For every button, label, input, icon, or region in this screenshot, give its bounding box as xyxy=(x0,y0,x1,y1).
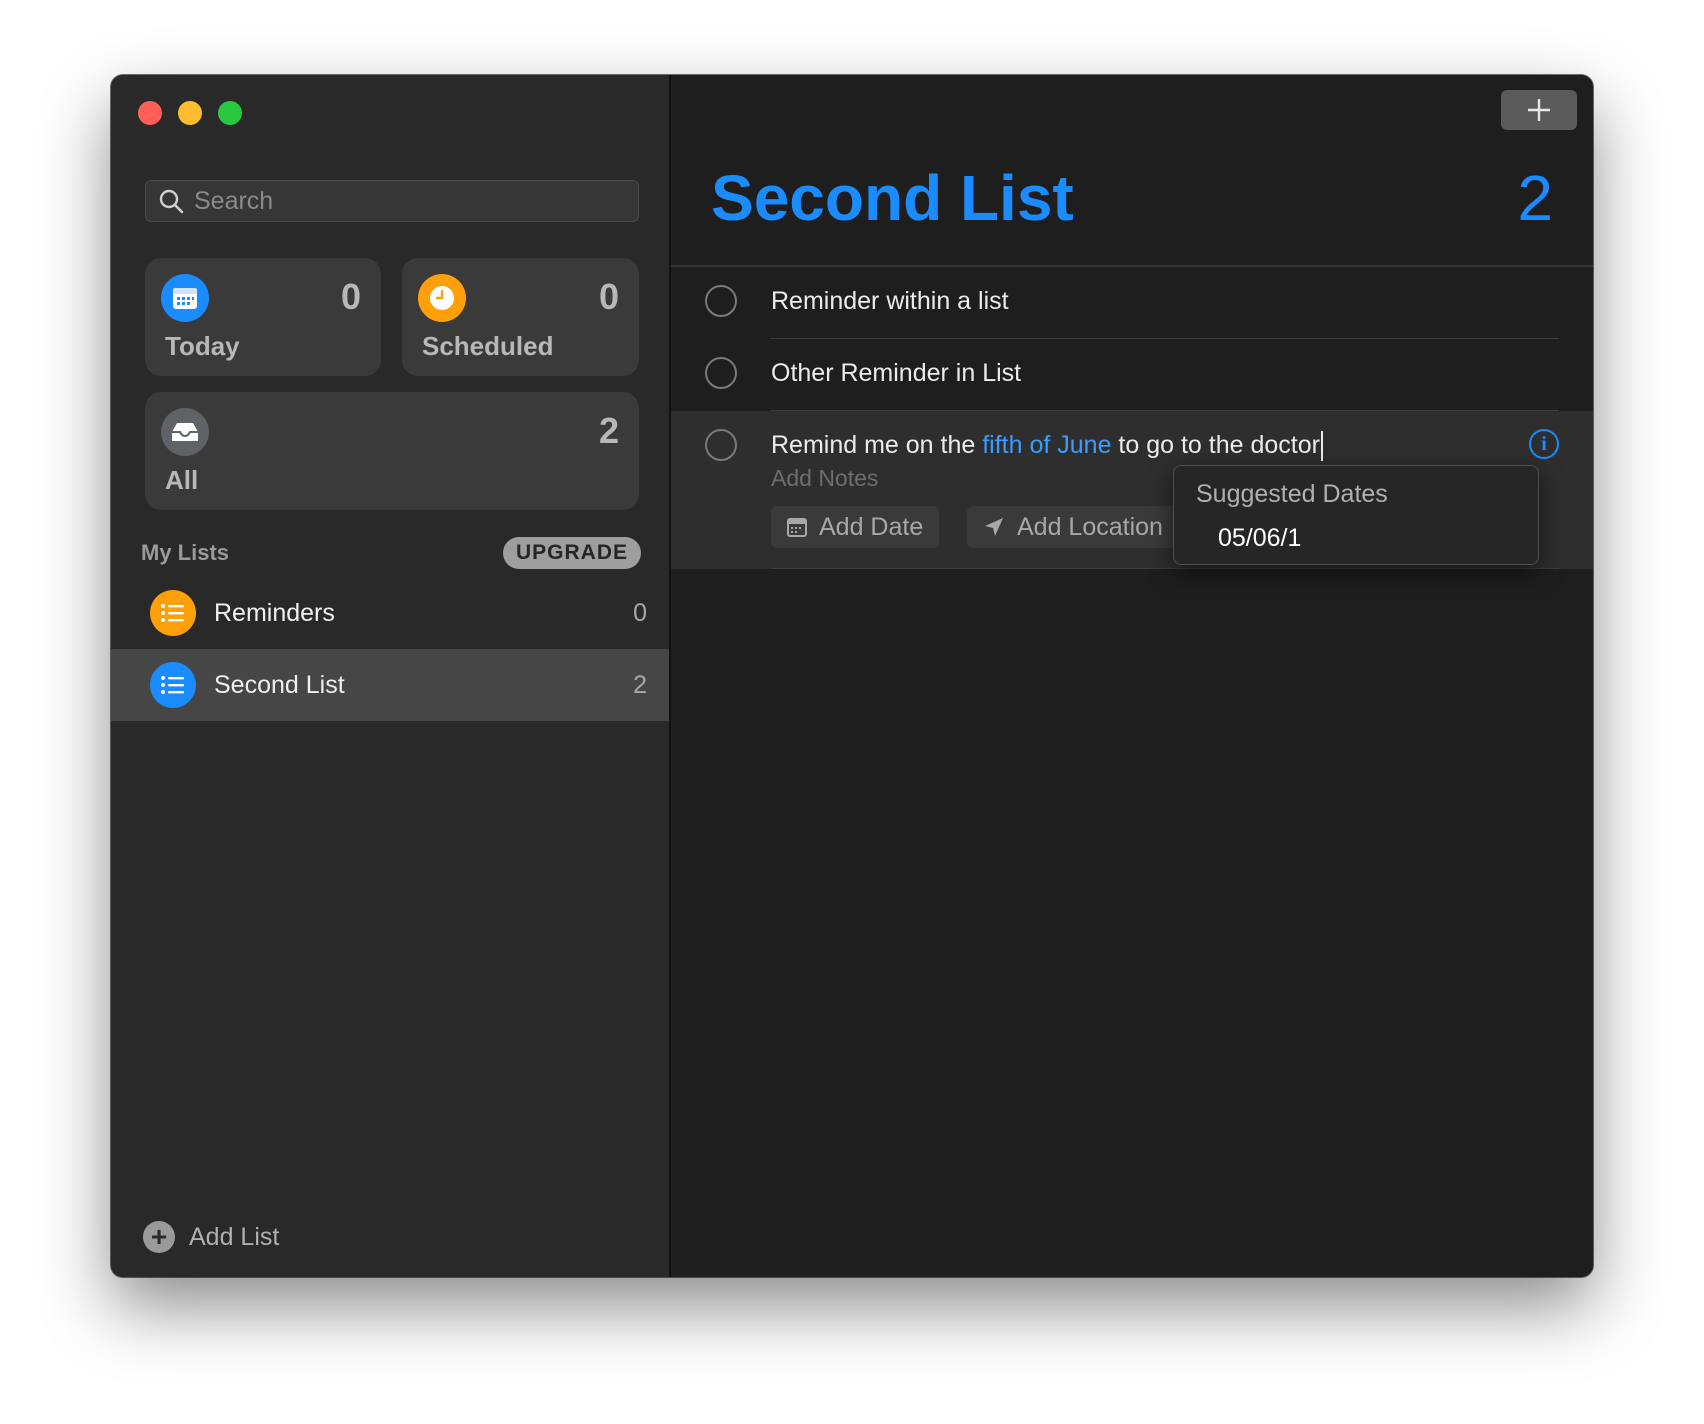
reminder-row[interactable]: Other Reminder in List xyxy=(671,339,1593,411)
popover-title: Suggested Dates xyxy=(1196,480,1388,508)
calendar-icon xyxy=(161,274,209,322)
info-icon[interactable]: i xyxy=(1529,429,1559,459)
list-bullet-icon xyxy=(150,590,196,636)
plus-circle-icon: + xyxy=(143,1221,175,1253)
add-location-label: Add Location xyxy=(1017,512,1163,541)
reminder-row[interactable]: Reminder within a list xyxy=(671,267,1593,339)
minimize-window-button[interactable] xyxy=(178,101,202,125)
tray-icon xyxy=(161,408,209,456)
today-count: 0 xyxy=(340,276,361,317)
search-field[interactable] xyxy=(145,180,639,222)
reminder-title-input[interactable]: Remind me on the fifth of June to go to … xyxy=(771,431,1323,462)
suggested-date-option[interactable]: 05/06/1 xyxy=(1218,524,1301,553)
divider xyxy=(771,568,1559,569)
add-date-label: Add Date xyxy=(819,512,924,541)
traffic-lights xyxy=(138,101,242,125)
suggested-dates-popover: Suggested Dates 05/06/1 xyxy=(1173,465,1539,565)
add-list-label: Add List xyxy=(189,1222,280,1251)
calendar-icon xyxy=(787,518,807,537)
smart-list-all[interactable]: 2 All xyxy=(145,392,639,510)
all-label: All xyxy=(165,465,199,495)
reminders-window: 0 Today 0 Scheduled 2 xyxy=(111,75,1593,1277)
complete-checkbox[interactable] xyxy=(705,285,737,317)
complete-checkbox[interactable] xyxy=(705,429,737,461)
search-icon xyxy=(159,189,184,214)
location-arrow-icon xyxy=(985,518,1003,536)
sidebar-list-reminders[interactable]: Reminders 0 xyxy=(111,577,669,649)
clock-icon xyxy=(418,274,466,322)
list-name: Reminders xyxy=(214,598,335,627)
list-bullet-icon xyxy=(150,662,196,708)
zoom-window-button[interactable] xyxy=(218,101,242,125)
sidebar-list-second-list[interactable]: Second List 2 xyxy=(111,649,669,721)
scheduled-label: Scheduled xyxy=(422,331,554,361)
smart-list-today[interactable]: 0 Today xyxy=(145,258,381,376)
reminder-title[interactable]: Other Reminder in List xyxy=(771,359,1021,388)
plus-icon xyxy=(1528,99,1550,121)
main-pane: Second List 2 Reminder within a list Oth… xyxy=(671,75,1593,1277)
list-count: 0 xyxy=(633,598,647,627)
list-total-count: 2 xyxy=(1517,162,1553,234)
reminder-title[interactable]: Reminder within a list xyxy=(771,287,1009,316)
my-lists-header: My Lists UPGRADE xyxy=(141,537,641,569)
title-text: Remind me on the xyxy=(771,431,983,459)
add-location-button[interactable]: Add Location xyxy=(967,506,1179,548)
list-name: Second List xyxy=(214,670,345,699)
complete-checkbox[interactable] xyxy=(705,357,737,389)
today-label: Today xyxy=(165,331,240,361)
sidebar: 0 Today 0 Scheduled 2 xyxy=(111,75,671,1277)
add-notes-field[interactable]: Add Notes xyxy=(771,465,878,492)
title-text: to go to the doctor xyxy=(1111,431,1320,459)
upgrade-button[interactable]: UPGRADE xyxy=(502,537,641,569)
add-date-button[interactable]: Add Date xyxy=(771,506,940,548)
add-reminder-button[interactable] xyxy=(1501,90,1577,130)
list-title: Second List xyxy=(711,162,1074,234)
smart-list-scheduled[interactable]: 0 Scheduled xyxy=(402,258,639,376)
close-window-button[interactable] xyxy=(138,101,162,125)
text-caret xyxy=(1320,431,1323,462)
detected-date-link[interactable]: fifth of June xyxy=(982,431,1111,459)
all-count: 2 xyxy=(598,410,619,451)
my-lists-title: My Lists xyxy=(141,540,230,565)
add-list-button[interactable]: + Add List xyxy=(143,1221,279,1253)
list-count: 2 xyxy=(633,670,647,699)
search-input[interactable] xyxy=(192,185,616,217)
scheduled-count: 0 xyxy=(598,276,619,317)
